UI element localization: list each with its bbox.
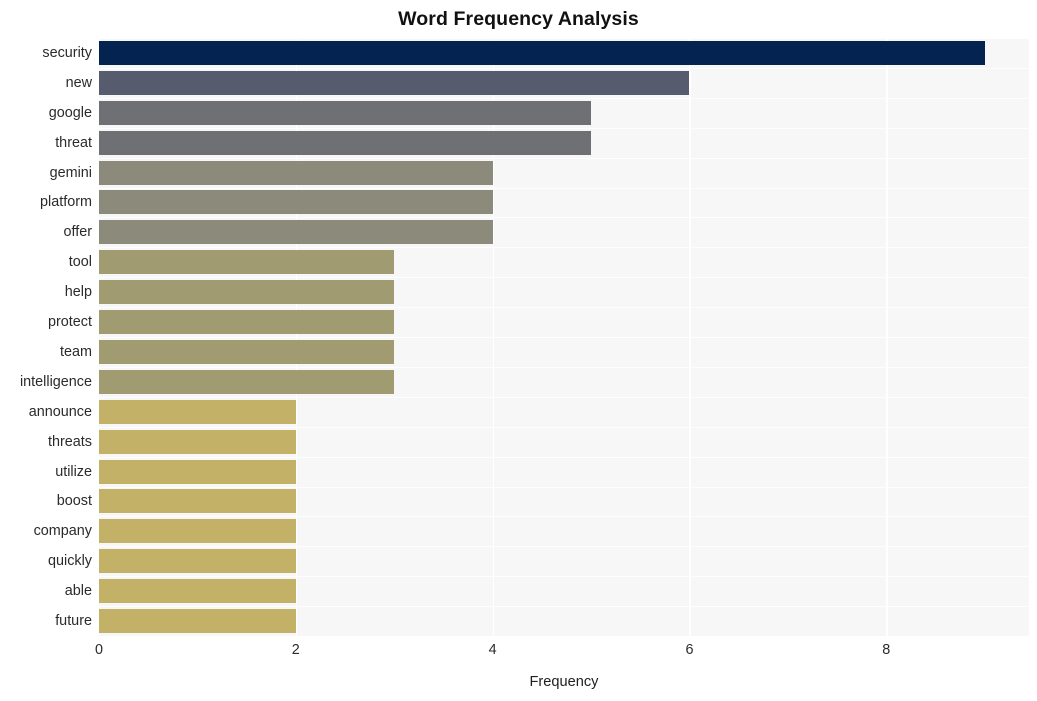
bar-quickly[interactable] xyxy=(99,549,296,574)
bar-help[interactable] xyxy=(99,280,395,305)
y-gridline xyxy=(99,128,1029,129)
y-tick-label-platform: platform xyxy=(40,194,92,211)
x-tick-label-6: 6 xyxy=(685,642,694,658)
bar-gemini[interactable] xyxy=(99,160,493,185)
y-gridline xyxy=(99,38,1029,39)
y-tick-label-threat: threat xyxy=(55,134,92,151)
y-gridline xyxy=(99,158,1029,159)
y-tick-label-intelligence: intelligence xyxy=(19,373,92,390)
plot-area xyxy=(99,38,1029,636)
y-gridline xyxy=(99,277,1029,278)
bar-threats[interactable] xyxy=(99,429,296,454)
y-tick-label-offer: offer xyxy=(63,224,92,241)
y-tick-label-announce: announce xyxy=(28,403,92,420)
y-axis-tick-labels: security new google threat gemini platform off… xyxy=(0,38,92,636)
y-tick-label-new: new xyxy=(65,74,92,91)
y-tick-label-utilize: utilize xyxy=(55,463,92,480)
bar-announce[interactable] xyxy=(99,399,296,424)
y-gridline xyxy=(99,576,1029,577)
y-gridline xyxy=(99,487,1029,488)
y-gridline xyxy=(99,397,1029,398)
x-tick-label-4: 4 xyxy=(488,642,497,658)
y-tick-label-tool: tool xyxy=(68,254,92,271)
y-gridline xyxy=(99,217,1029,218)
bar-able[interactable] xyxy=(99,579,296,604)
x-axis-tick-labels: 0 2 4 6 8 xyxy=(95,641,1029,663)
x-tick-label-0: 0 xyxy=(94,642,103,658)
y-gridline xyxy=(99,367,1029,368)
y-gridline xyxy=(99,457,1029,458)
y-gridline xyxy=(99,546,1029,547)
y-gridline xyxy=(99,516,1029,517)
y-gridline xyxy=(99,188,1029,189)
y-tick-label-company: company xyxy=(33,523,92,540)
bar-new[interactable] xyxy=(99,70,690,95)
y-tick-label-quickly: quickly xyxy=(48,553,92,570)
x-tick-label-2: 2 xyxy=(291,642,300,658)
bar-offer[interactable] xyxy=(99,220,493,245)
y-gridline xyxy=(99,98,1029,99)
y-gridline xyxy=(99,247,1029,248)
bar-boost[interactable] xyxy=(99,489,296,514)
y-gridline xyxy=(99,68,1029,69)
bar-platform[interactable] xyxy=(99,190,493,215)
bar-future[interactable] xyxy=(99,609,296,634)
y-gridline xyxy=(99,427,1029,428)
y-tick-label-able: able xyxy=(64,583,92,600)
y-tick-label-team: team xyxy=(60,343,92,360)
y-gridline xyxy=(99,606,1029,607)
y-gridline xyxy=(99,337,1029,338)
bar-threat[interactable] xyxy=(99,130,592,155)
bar-intelligence[interactable] xyxy=(99,369,395,394)
bar-company[interactable] xyxy=(99,519,296,544)
y-gridline xyxy=(99,307,1029,308)
bar-protect[interactable] xyxy=(99,310,395,335)
y-tick-label-gemini: gemini xyxy=(49,164,92,181)
x-tick-label-8: 8 xyxy=(882,642,891,658)
y-tick-label-future: future xyxy=(55,613,92,630)
y-tick-label-security: security xyxy=(42,44,92,61)
bar-security[interactable] xyxy=(99,40,985,65)
chart-figure: Word Frequency Analysis security new googl… xyxy=(0,0,1037,701)
bar-tool[interactable] xyxy=(99,250,395,275)
y-tick-label-threats: threats xyxy=(48,433,92,450)
y-tick-label-google: google xyxy=(48,104,92,121)
chart-title: Word Frequency Analysis xyxy=(398,8,639,30)
bar-team[interactable] xyxy=(99,339,395,364)
x-axis-label: Frequency xyxy=(529,674,599,690)
bar-utilize[interactable] xyxy=(99,459,296,484)
y-tick-label-boost: boost xyxy=(56,493,92,510)
bar-google[interactable] xyxy=(99,100,592,125)
y-tick-label-protect: protect xyxy=(48,314,92,331)
y-tick-label-help: help xyxy=(64,284,92,301)
